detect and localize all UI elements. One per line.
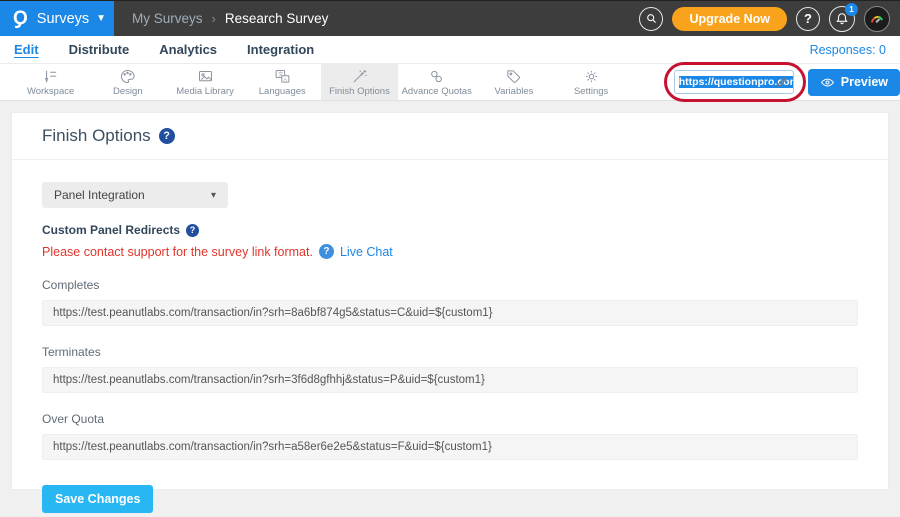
edit-pencil-icon[interactable] xyxy=(776,75,789,88)
media-library-icon xyxy=(197,68,214,85)
toolbar-tab-settings[interactable]: Settings xyxy=(553,64,630,100)
chevron-down-icon: ▾ xyxy=(211,190,216,201)
variables-tag-icon xyxy=(505,68,522,85)
tab-integration[interactable]: Integration xyxy=(247,42,314,57)
tab-edit[interactable]: Edit xyxy=(14,42,39,57)
survey-nav: Edit Distribute Analytics Integration Re… xyxy=(0,36,900,63)
toolbar-tab-design[interactable]: Design xyxy=(89,64,166,100)
completes-field-group: Completes https://test.peanutlabs.com/tr… xyxy=(42,278,858,326)
product-switcher[interactable]: Ԛ Surveys ▼ xyxy=(0,1,114,36)
breadcrumb-separator-icon: › xyxy=(212,11,216,26)
toolbar-tab-advance-quotas[interactable]: Advance Quotas xyxy=(398,64,475,100)
notification-count-badge: 1 xyxy=(845,3,858,16)
breadcrumb-current-survey: Research Survey xyxy=(225,11,329,26)
terminates-field-group: Terminates https://test.peanutlabs.com/t… xyxy=(42,345,858,393)
terminates-label: Terminates xyxy=(42,345,858,359)
toolbar-tab-workspace[interactable]: Workspace xyxy=(12,64,89,100)
search-icon xyxy=(645,12,658,25)
advance-quotas-chain-icon xyxy=(428,68,445,85)
avatar-gauge-icon xyxy=(867,9,887,29)
top-actions: Upgrade Now ? 1 xyxy=(639,6,900,32)
tab-distribute[interactable]: Distribute xyxy=(69,42,130,57)
help-button[interactable]: ? xyxy=(796,7,820,31)
top-bar: Ԛ Surveys ▼ My Surveys › Research Survey… xyxy=(0,0,900,36)
chevron-down-icon: ▼ xyxy=(96,13,106,24)
tab-analytics[interactable]: Analytics xyxy=(159,42,217,57)
panel-integration-dropdown[interactable]: Panel Integration ▾ xyxy=(42,182,228,208)
questionpro-logo-icon: Ԛ xyxy=(13,8,28,30)
toolbar-tab-variables[interactable]: Variables xyxy=(475,64,552,100)
breadcrumb: My Surveys › Research Survey xyxy=(132,11,328,26)
live-chat-link[interactable]: Live Chat xyxy=(340,245,393,259)
completes-url-field[interactable]: https://test.peanutlabs.com/transaction/… xyxy=(42,300,858,326)
user-avatar[interactable] xyxy=(864,6,890,32)
live-chat-help-icon[interactable]: ? xyxy=(319,244,334,259)
eye-icon xyxy=(820,75,835,90)
toolbar-tab-finish-options[interactable]: Finish Options xyxy=(321,64,398,100)
over-quota-label: Over Quota xyxy=(42,412,858,426)
preview-button[interactable]: Preview xyxy=(808,69,900,96)
finish-options-wand-icon xyxy=(351,68,368,85)
design-palette-icon xyxy=(119,68,136,85)
responses-count[interactable]: Responses: 0 xyxy=(810,43,886,57)
question-mark-icon: ? xyxy=(804,11,812,26)
notifications-button[interactable]: 1 xyxy=(829,6,855,32)
finish-options-card: Finish Options ? Panel Integration ▾ Cus… xyxy=(12,113,888,489)
toolbar-tab-media-library[interactable]: Media Library xyxy=(166,64,243,100)
support-note-text: Please contact support for the survey li… xyxy=(42,245,313,259)
toolbar-tab-languages[interactable]: 文 A Languages xyxy=(244,64,321,100)
edit-toolbar: Workspace Design Media Library 文 A Langu… xyxy=(0,63,900,101)
breadcrumb-my-surveys[interactable]: My Surveys xyxy=(132,11,203,26)
settings-gear-icon xyxy=(583,68,600,85)
support-note: Please contact support for the survey li… xyxy=(42,244,858,259)
over-quota-field-group: Over Quota https://test.peanutlabs.com/t… xyxy=(42,412,858,460)
terminates-url-field[interactable]: https://test.peanutlabs.com/transaction/… xyxy=(42,367,858,393)
search-button[interactable] xyxy=(639,7,663,31)
page-content: Finish Options ? Panel Integration ▾ Cus… xyxy=(0,101,900,517)
save-changes-button[interactable]: Save Changes xyxy=(42,485,153,513)
upgrade-now-button[interactable]: Upgrade Now xyxy=(672,7,787,31)
finish-options-help-icon[interactable]: ? xyxy=(159,128,175,144)
card-body: Panel Integration ▾ Custom Panel Redirec… xyxy=(12,160,888,517)
product-name: Surveys xyxy=(37,11,89,27)
survey-url-wrap: https://questionpro.com/t/A xyxy=(674,70,794,94)
languages-icon: 文 A xyxy=(274,68,291,85)
completes-label: Completes xyxy=(42,278,858,292)
page-title: Finish Options xyxy=(42,126,151,146)
workspace-icon xyxy=(42,68,59,85)
card-header: Finish Options ? xyxy=(12,113,888,160)
custom-panel-redirects-heading: Custom Panel Redirects ? xyxy=(42,223,858,237)
over-quota-url-field[interactable]: https://test.peanutlabs.com/transaction/… xyxy=(42,434,858,460)
dropdown-selected-value: Panel Integration xyxy=(54,188,145,202)
redirects-help-icon[interactable]: ? xyxy=(186,224,199,237)
